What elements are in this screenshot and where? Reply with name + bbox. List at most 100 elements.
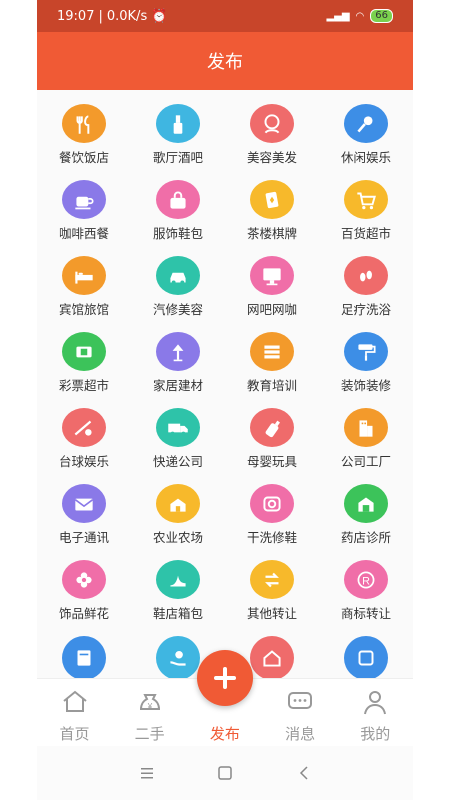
fork-spoon-icon <box>62 104 106 143</box>
tab-label: 消息 <box>285 725 316 743</box>
category-item[interactable]: 公司工厂 <box>319 394 413 470</box>
feet-icon <box>344 256 388 295</box>
category-item[interactable]: 休闲娱乐 <box>319 90 413 166</box>
category-label: 干洗修鞋 <box>246 530 297 545</box>
tab-money-bag[interactable]: ¥ 二手 <box>112 679 187 747</box>
tab-home[interactable]: 首页 <box>37 679 112 747</box>
camera-icon <box>250 484 294 523</box>
status-time: 19:07 <box>57 8 95 24</box>
phone-screen: 19:07 | 0.0K/s ⏰ ▂▄▆ ◠ 66 发布 餐饮饭店 歌厅酒吧 美容美… <box>37 0 413 800</box>
category-item[interactable]: 美容美发 <box>225 90 319 166</box>
tab-person[interactable]: 我的 <box>338 679 413 747</box>
category-label: 网吧网咖 <box>246 302 297 317</box>
category-label: 公司工厂 <box>340 454 391 469</box>
category-item[interactable] <box>37 622 131 678</box>
category-item[interactable]: 歌厅酒吧 <box>131 90 225 166</box>
category-item[interactable]: 茶楼棋牌 <box>225 166 319 242</box>
tab-label: 首页 <box>59 725 90 743</box>
category-label: 其他转让 <box>246 606 297 621</box>
status-bar: 19:07 | 0.0K/s ⏰ ▂▄▆ ◠ 66 <box>37 0 413 32</box>
category-item[interactable]: 干洗修鞋 <box>225 470 319 546</box>
category-label: 宾馆旅馆 <box>58 302 109 317</box>
person-icon <box>360 687 390 717</box>
category-label: 百货超市 <box>340 226 391 241</box>
category-item[interactable]: 宾馆旅馆 <box>37 242 131 318</box>
category-item[interactable]: 咖啡西餐 <box>37 166 131 242</box>
monitor-icon <box>250 256 294 295</box>
category-item[interactable]: 网吧网咖 <box>225 242 319 318</box>
category-item[interactable] <box>319 622 413 678</box>
svg-text:R: R <box>362 575 370 587</box>
category-item[interactable]: 农业农场 <box>131 470 225 546</box>
svg-text:¥: ¥ <box>146 702 152 711</box>
sale-tag-icon <box>344 636 388 678</box>
bed-icon <box>62 256 106 295</box>
signal-icon: ▂▄▆ <box>326 10 350 22</box>
status-speed: 0.0K/s <box>106 8 148 24</box>
document-icon <box>62 636 106 678</box>
category-item[interactable]: 快递公司 <box>131 394 225 470</box>
books-icon <box>250 332 294 371</box>
category-item[interactable]: 服饰鞋包 <box>131 166 225 242</box>
category-item[interactable]: 彩票超市 <box>37 318 131 394</box>
microphone-icon <box>344 104 388 143</box>
category-item[interactable]: 家居建材 <box>131 318 225 394</box>
category-item[interactable]: 其他转让 <box>225 546 319 622</box>
category-label: 休闲娱乐 <box>340 150 391 165</box>
category-label: 咖啡西餐 <box>58 226 109 241</box>
category-item[interactable]: 教育培训 <box>225 318 319 394</box>
category-label: 商标转让 <box>340 606 391 621</box>
category-item[interactable]: 饰品鲜花 <box>37 546 131 622</box>
category-label: 农业农场 <box>152 530 203 545</box>
category-item[interactable]: R 商标转让 <box>319 546 413 622</box>
category-item[interactable]: 装饰装修 <box>319 318 413 394</box>
handbag-icon <box>156 180 200 219</box>
category-label: 茶楼棋牌 <box>246 226 297 241</box>
woman-hair-icon <box>250 104 294 143</box>
high-heel-icon <box>156 560 200 599</box>
billiards-icon <box>62 408 106 447</box>
category-item[interactable]: 电子通讯 <box>37 470 131 546</box>
category-label: 饰品鲜花 <box>58 606 109 621</box>
alarm-icon: ⏰ <box>151 8 168 24</box>
home-icon <box>60 687 90 717</box>
category-item[interactable]: 台球娱乐 <box>37 394 131 470</box>
category-label: 台球娱乐 <box>58 454 109 469</box>
back-icon[interactable] <box>292 761 316 785</box>
category-item[interactable]: 母婴玩具 <box>225 394 319 470</box>
flower-icon <box>62 560 106 599</box>
category-label: 教育培训 <box>246 378 297 393</box>
house-icon <box>250 636 294 678</box>
transfer-icon <box>250 560 294 599</box>
battery-icon: 66 <box>370 9 393 23</box>
category-label: 汽修美容 <box>152 302 203 317</box>
truck-icon <box>156 408 200 447</box>
category-item[interactable]: 餐饮饭店 <box>37 90 131 166</box>
tab-chat[interactable]: 消息 <box>263 679 338 747</box>
plus-icon <box>214 667 236 689</box>
category-item[interactable]: 药店诊所 <box>319 470 413 546</box>
category-label: 彩票超市 <box>58 378 109 393</box>
lottery-icon <box>62 332 106 371</box>
money-bag-icon: ¥ <box>135 687 165 717</box>
category-item[interactable]: 汽修美容 <box>131 242 225 318</box>
lamp-icon <box>156 332 200 371</box>
wine-icon <box>156 104 200 143</box>
wifi-icon: ◠ <box>355 10 365 22</box>
category-label: 药店诊所 <box>340 530 391 545</box>
category-label: 电子通讯 <box>58 530 109 545</box>
page-title: 发布 <box>207 52 243 73</box>
home-square-icon[interactable] <box>213 761 237 785</box>
category-label: 母婴玩具 <box>246 454 297 469</box>
car-icon <box>156 256 200 295</box>
tab-label: 我的 <box>360 725 391 743</box>
category-item[interactable]: 足疗洗浴 <box>319 242 413 318</box>
publish-fab-button[interactable] <box>197 650 253 706</box>
category-item[interactable]: 百货超市 <box>319 166 413 242</box>
building-icon <box>344 408 388 447</box>
trademark-icon: R <box>344 560 388 599</box>
coffee-icon <box>62 180 106 219</box>
category-label: 快递公司 <box>152 454 203 469</box>
category-item[interactable]: 鞋店箱包 <box>131 546 225 622</box>
menu-icon[interactable] <box>135 761 159 785</box>
